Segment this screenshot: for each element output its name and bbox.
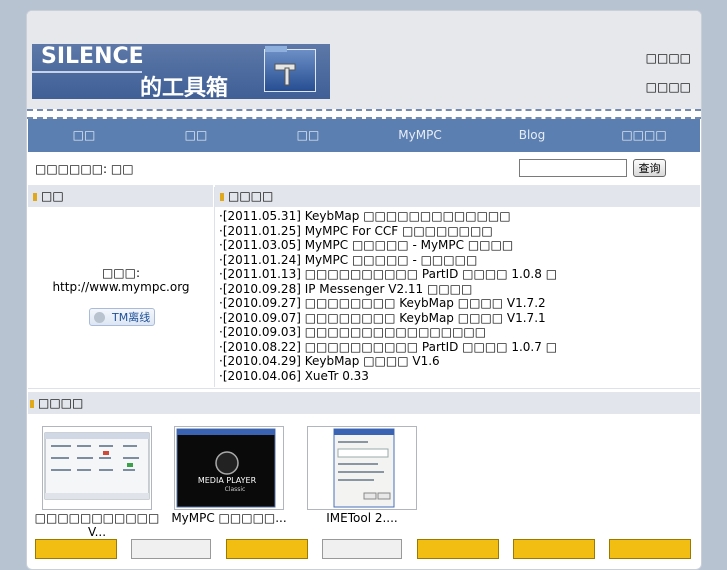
news-item[interactable]: ·[2011.05.31] KeybMap □□□□□□□□□□□□□ bbox=[219, 209, 557, 224]
news-item[interactable]: ·[2011.01.25] MyMPC For CCF □□□□□□□□ bbox=[219, 224, 557, 239]
news-panel-header: □□□□ bbox=[215, 185, 700, 207]
news-item[interactable]: ·[2010.09.03] □□□□□□□□□□□□□□□□ bbox=[219, 325, 557, 340]
header-link-2[interactable]: □□□□ bbox=[646, 80, 691, 94]
tm-status-label: TM离线 bbox=[112, 311, 151, 324]
nav-item-6[interactable]: □□□□ bbox=[588, 119, 700, 152]
screenshot-thumbnail-icon bbox=[44, 432, 150, 500]
site-logo[interactable]: SILENCE 的工具箱 bbox=[32, 44, 330, 101]
gallery-panel-header: □□□□ bbox=[28, 392, 700, 414]
contact-heading: □□ bbox=[41, 189, 64, 203]
nav-item-3[interactable]: □□ bbox=[252, 119, 364, 152]
footer-button-7[interactable] bbox=[609, 539, 691, 559]
gallery-heading: □□□□ bbox=[38, 396, 84, 410]
media-player-thumbnail-icon: MEDIA PLAYER Classic bbox=[176, 428, 276, 508]
gallery-thumb-1[interactable] bbox=[42, 426, 152, 510]
footer-button-4[interactable] bbox=[322, 539, 402, 559]
news-item[interactable]: ·[2011.03.05] MyMPC □□□□□ - MyMPC □□□□ bbox=[219, 238, 557, 253]
logo-line2: 的工具箱 bbox=[140, 76, 229, 101]
news-item[interactable]: ·[2011.01.13] □□□□□□□□□□ PartID □□□□ 1.0… bbox=[219, 267, 557, 282]
news-item[interactable]: ·[2010.04.06] XueTr 0.33 bbox=[219, 369, 557, 384]
gallery-thumb-2[interactable]: MEDIA PLAYER Classic bbox=[174, 426, 284, 510]
dialog-thumbnail-icon bbox=[333, 428, 395, 508]
nav-item-mympc[interactable]: MyMPC bbox=[364, 119, 476, 152]
header-divider bbox=[27, 109, 701, 119]
search-button[interactable]: 查询 bbox=[633, 159, 666, 177]
toolbox-icon bbox=[264, 46, 316, 92]
nav-item-2[interactable]: □□ bbox=[140, 119, 252, 152]
bullet-icon bbox=[30, 399, 34, 408]
news-list: ·[2011.05.31] KeybMap □□□□□□□□□□□□□ ·[20… bbox=[219, 209, 557, 383]
contact-label: □□□: bbox=[101, 266, 141, 280]
footer-button-3[interactable] bbox=[226, 539, 308, 559]
footer-button-6[interactable] bbox=[513, 539, 595, 559]
contact-panel-header: □□ bbox=[28, 185, 213, 207]
header-link-1[interactable]: □□□□ bbox=[646, 51, 691, 65]
bullet-icon bbox=[33, 192, 37, 201]
page: SILENCE 的工具箱 □□□□ □□□□ □□ □□ □□ MyMPC Bl… bbox=[26, 10, 702, 570]
nav-item-blog[interactable]: Blog bbox=[476, 119, 588, 152]
contact-info: □□□: http://www.mympc.org bbox=[31, 266, 211, 294]
logo-line1: SILENCE bbox=[41, 44, 144, 69]
gallery-caption-2[interactable]: MyMPC □□□□□... bbox=[164, 511, 294, 525]
news-item[interactable]: ·[2010.09.27] □□□□□□□□ KeybMap □□□□ V1.7… bbox=[219, 296, 557, 311]
media-player-title: MEDIA PLAYER bbox=[198, 476, 257, 485]
user-icon bbox=[94, 312, 105, 323]
news-heading: □□□□ bbox=[228, 189, 274, 203]
footer-button-2[interactable] bbox=[131, 539, 211, 559]
gallery-caption-1[interactable]: □□□□□□□□□□□ V... bbox=[32, 511, 162, 539]
news-item[interactable]: ·[2011.01.24] MyMPC □□□□□ - □□□□□ bbox=[219, 253, 557, 268]
breadcrumb: □□□□□□: □□ bbox=[35, 162, 134, 176]
gallery-thumb-3[interactable] bbox=[307, 426, 417, 510]
bullet-icon bbox=[220, 192, 224, 201]
header: SILENCE 的工具箱 □□□□ □□□□ bbox=[27, 11, 701, 109]
location-bar: □□□□□□: □□ 查询 bbox=[27, 154, 701, 184]
footer-button-1[interactable] bbox=[35, 539, 117, 559]
footer-button-5[interactable] bbox=[417, 539, 499, 559]
main-nav: □□ □□ □□ MyMPC Blog □□□□ bbox=[28, 119, 700, 152]
nav-item-1[interactable]: □□ bbox=[28, 119, 140, 152]
news-item[interactable]: ·[2010.04.29] KeybMap □□□□ V1.6 bbox=[219, 354, 557, 369]
media-player-subtitle: Classic bbox=[225, 486, 246, 493]
gallery-caption-3[interactable]: IMETool 2.... bbox=[297, 511, 427, 525]
news-item[interactable]: ·[2010.09.28] IP Messenger V2.11 □□□□ bbox=[219, 282, 557, 297]
tm-status-button[interactable]: TM离线 bbox=[89, 308, 155, 326]
news-item[interactable]: ·[2010.08.22] □□□□□□□□□□ PartID □□□□ 1.0… bbox=[219, 340, 557, 355]
search-input[interactable] bbox=[519, 159, 627, 177]
news-item[interactable]: ·[2010.09.07] □□□□□□□□ KeybMap □□□□ V1.7… bbox=[219, 311, 557, 326]
contact-url[interactable]: http://www.mympc.org bbox=[31, 280, 211, 294]
